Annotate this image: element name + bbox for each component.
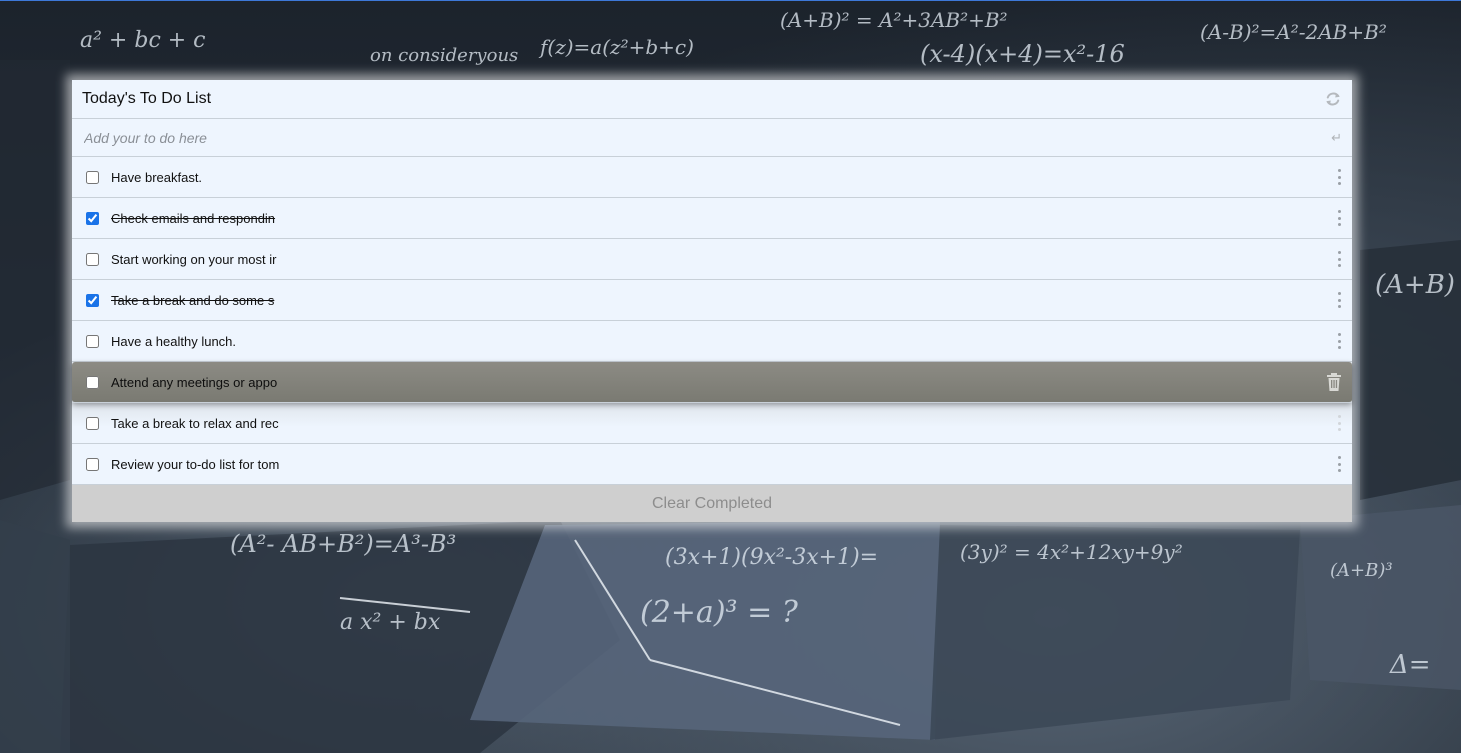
todo-text: Take a break to relax and rec [111, 415, 279, 431]
more-options-icon[interactable] [1336, 415, 1342, 431]
todo-item[interactable]: Have a healthy lunch. [72, 321, 1352, 362]
todo-checkbox[interactable] [86, 211, 99, 225]
todo-item[interactable]: Review your to-do list for tom [72, 444, 1352, 485]
todo-text: Check emails and respondin [111, 210, 276, 226]
todo-checkbox[interactable] [86, 416, 99, 430]
todo-item-dragging[interactable]: Attend any meetings or appo [72, 362, 1352, 403]
todo-text: Take a break and do some s [111, 292, 275, 308]
enter-icon: ↵ [1331, 129, 1342, 145]
page-title: Today's To Do List [82, 90, 212, 107]
add-todo-row: ↵ [72, 119, 1352, 157]
todo-text: Attend any meetings or appo [111, 374, 278, 390]
more-options-icon[interactable] [1336, 292, 1342, 308]
todo-item[interactable]: Have breakfast. [72, 157, 1352, 198]
todo-checkbox[interactable] [86, 375, 99, 389]
more-options-icon[interactable] [1336, 456, 1342, 472]
refresh-icon[interactable] [1324, 90, 1342, 108]
todo-item[interactable]: Check emails and respondin [72, 198, 1352, 239]
todo-header: Today's To Do List [72, 80, 1352, 119]
more-options-icon[interactable] [1336, 210, 1342, 226]
todo-panel: Today's To Do List ↵ Have breakfast. Che… [72, 80, 1352, 522]
clear-completed-button[interactable]: Clear Completed [72, 485, 1352, 522]
clear-completed-label: Clear Completed [651, 494, 773, 512]
todo-checkbox[interactable] [86, 252, 99, 266]
todo-item[interactable]: Take a break to relax and rec [72, 403, 1352, 444]
todo-text: Have breakfast. [111, 169, 203, 185]
more-options-icon[interactable] [1336, 251, 1342, 267]
todo-text: Review your to-do list for tom [111, 456, 280, 472]
more-options-icon[interactable] [1336, 169, 1342, 185]
todo-text: Start working on your most ir [111, 251, 277, 267]
trash-icon[interactable] [1326, 373, 1342, 391]
todo-text: Have a healthy lunch. [111, 333, 237, 349]
todo-checkbox[interactable] [86, 293, 99, 307]
todo-list: Have breakfast. Check emails and respond… [72, 157, 1352, 485]
more-options-icon[interactable] [1336, 333, 1342, 349]
todo-checkbox[interactable] [86, 170, 99, 184]
todo-checkbox[interactable] [86, 334, 99, 348]
todo-checkbox[interactable] [86, 457, 99, 471]
add-todo-input[interactable] [84, 129, 1332, 146]
todo-item[interactable]: Start working on your most ir [72, 239, 1352, 280]
todo-item[interactable]: Take a break and do some s [72, 280, 1352, 321]
